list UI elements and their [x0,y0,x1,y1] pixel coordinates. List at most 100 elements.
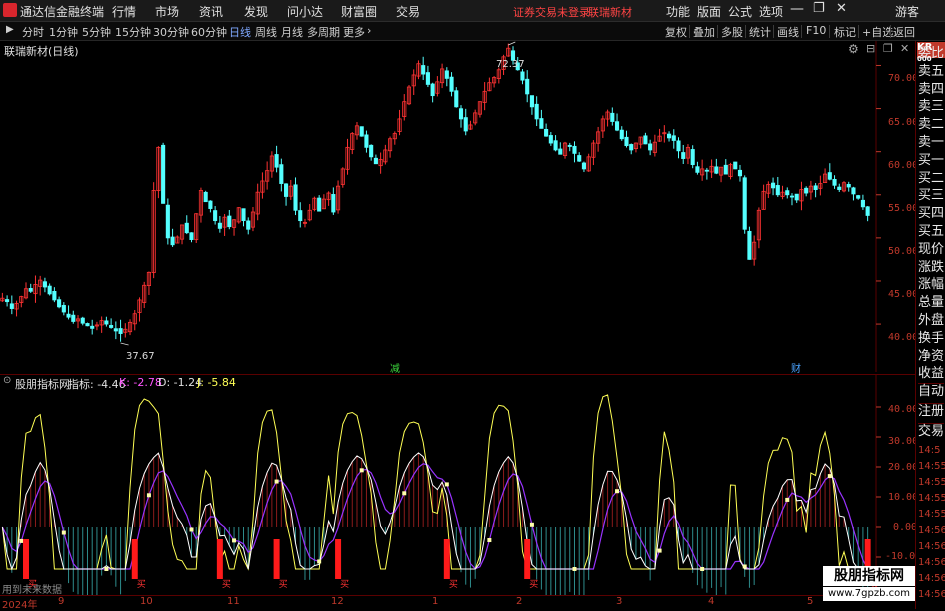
candle [865,206,870,216]
menu-layout[interactable]: 版面 [697,3,721,20]
candle [109,325,114,328]
candle [648,143,653,151]
month-label: 11 [227,596,240,607]
tf-5min[interactable]: 5分钟 [82,24,111,40]
btn-f10[interactable]: F10 [806,24,826,37]
tf-more[interactable]: 更多 [343,24,365,40]
candle [364,134,369,148]
price-tick: 65.00 [888,117,919,128]
tf-intraday[interactable]: 分时 [22,24,44,40]
tick-time: 14:55 [918,477,945,488]
menu-discover[interactable]: 发现 [244,3,268,20]
candle [804,187,809,194]
divider [858,25,859,38]
indicator-panel[interactable]: ⊙ 股朋指标网 指标: -4.46 K: -2.78 D: -1.24 J: -… [0,374,921,596]
kline-panel[interactable]: 联瑞新材(日线) ⚙ ⊟ ❐ ✕ 70.00 65.00 60.00 55.00… [0,41,919,375]
triangle-icon[interactable]: ▶ [6,24,14,35]
tf-daily[interactable]: 日线 [229,24,251,40]
candle [5,299,10,303]
month-label: 10 [140,596,153,607]
indicator-chart[interactable]: 买买买买买买买买 [0,375,915,596]
chevron-right-icon[interactable]: › [367,24,371,37]
month-label: 4 [708,596,715,607]
signal-dot [487,538,492,543]
tf-30min[interactable]: 30分钟 [153,24,189,40]
month-label: 2 [516,596,523,607]
minimize-icon[interactable]: — [790,1,804,17]
menu-wealth[interactable]: 财富圈 [341,3,377,20]
btn-adjust[interactable]: 复权 [665,24,687,40]
restore-icon[interactable]: ❐ [813,1,825,16]
candle [28,288,33,292]
candle [525,78,530,95]
candle [293,184,298,211]
btn-add-watch[interactable]: +自选 [862,24,893,40]
menu-news[interactable]: 资讯 [199,3,223,20]
signal-dot [742,564,747,569]
tick-time: 14:56 [918,525,945,536]
ind-tick: 10.00 [888,492,919,503]
tf-weekly[interactable]: 周线 [255,24,277,40]
menu-quotes[interactable]: 行情 [112,3,136,20]
ind-tick: 30.00 [888,436,919,447]
candle [553,140,558,151]
btn-multi-stock[interactable]: 多股 [721,24,743,40]
btn-back[interactable]: 返回 [893,24,915,40]
signal-dot [359,468,364,473]
signal-dot [232,538,237,543]
timeframe-toolbar: ▶ 分时 1分钟 5分钟 15分钟 30分钟 60分钟 日线 周线 月线 多周期… [0,22,945,41]
candle [771,182,776,189]
menu-options[interactable]: 选项 [759,3,783,20]
menu-function[interactable]: 功能 [666,3,690,20]
menu-ask[interactable]: 问小达 [287,3,323,20]
price-tick: 40.00 [888,332,919,343]
candle [742,177,747,230]
buy-signal-label: 买 [137,579,146,590]
candle [794,193,799,201]
candle [704,169,709,172]
ind-tick: 0.00 [893,522,918,533]
tf-1min[interactable]: 1分钟 [49,24,78,40]
tf-15min[interactable]: 15分钟 [115,24,151,40]
jian-marker[interactable]: 减 [390,360,400,375]
guest-user[interactable]: 游客 [895,3,919,20]
close-icon[interactable]: ✕ [836,1,847,16]
candle [714,166,719,174]
candle [449,76,454,92]
login-notice[interactable]: 证券交易未登录 [513,4,590,20]
btn-draw[interactable]: 画线 [777,24,799,40]
signal-dot [529,522,534,527]
btn-stats[interactable]: 统计 [749,24,771,40]
buy-signal-bar [524,539,531,579]
btn-mark[interactable]: 标记 [834,24,856,40]
price-tick: 50.00 [888,246,919,257]
watermark-url: www.7gpzb.com [823,587,915,601]
month-label: 3 [616,596,623,607]
candle [737,169,743,177]
tf-60min[interactable]: 60分钟 [191,24,227,40]
ind-tick: 20.00 [888,462,919,473]
tick-time: 14:56 [918,557,945,568]
candle [676,140,681,152]
kline-chart[interactable] [0,41,915,372]
menu-market[interactable]: 市场 [155,3,179,20]
signal-dot [274,479,279,484]
candle [733,161,738,170]
candle [544,128,549,137]
title-bar: 通达信金融终端 行情 市场 资讯 发现 问小达 财富圈 交易 证券交易未登录 联… [0,0,945,22]
menu-formula[interactable]: 公式 [728,3,752,20]
cai-marker[interactable]: 财 [791,360,801,375]
btn-overlay[interactable]: 叠加 [693,24,715,40]
menu-trade[interactable]: 交易 [396,3,420,20]
signal-dot [444,482,449,487]
tf-monthly[interactable]: 月线 [281,24,303,40]
tf-multi[interactable]: 多周期 [307,24,340,40]
candle [747,230,752,260]
high-marker: 72.37 [496,59,525,70]
candle [246,220,251,230]
candle [47,285,52,295]
watermark-title: 股朋指标网 [823,566,915,586]
tick-time-list: 14:5 14:55 14:55 14:55 14:55 14:56 14:56 14:56 1… [916,41,945,609]
candle [430,83,435,97]
candle [463,117,468,132]
